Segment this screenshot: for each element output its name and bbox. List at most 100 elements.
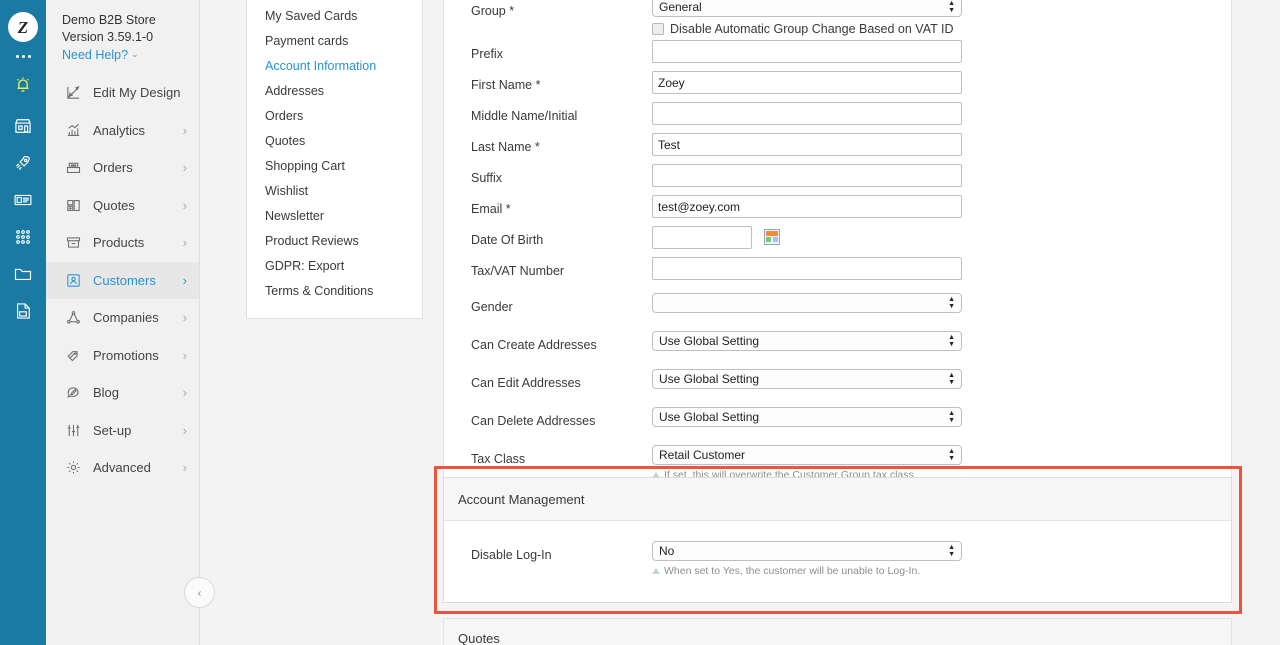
blog-comment-icon [62, 383, 84, 403]
setup-sliders-icon [62, 420, 84, 440]
subnav-item-my-saved-cards[interactable]: My Saved Cards [247, 4, 422, 29]
quotes-section-title: Quotes [443, 618, 1232, 645]
chevron-right-icon: › [182, 197, 187, 213]
subnav-item-gdpr-export[interactable]: GDPR: Export [247, 254, 422, 279]
rocket-icon[interactable] [0, 144, 46, 181]
chevron-right-icon: › [182, 385, 187, 401]
icon-rail: Z [0, 0, 46, 645]
sidebar-item-analytics[interactable]: Analytics › [46, 112, 199, 150]
email-label: Email * [471, 202, 511, 216]
sidebar-item-label: Set-up [93, 422, 132, 438]
companies-network-icon [62, 308, 84, 328]
chevron-right-icon: › [182, 122, 187, 138]
field-row-can-create-addresses: Can Create Addresses Use Global Setting … [444, 331, 1231, 362]
orders-register-icon [62, 158, 84, 178]
chevron-left-icon: ‹ [197, 585, 202, 600]
sidebar-item-label: Products [93, 235, 145, 251]
sidebar-item-label: Quotes [93, 197, 135, 213]
more-dots-icon[interactable] [15, 55, 31, 58]
sidebar-item-customers[interactable]: Customers › [46, 261, 199, 299]
zoey-logo[interactable]: Z [8, 12, 38, 42]
first-name-label: First Name * [471, 78, 541, 92]
subnav-item-quotes[interactable]: Quotes [247, 129, 422, 154]
tax-class-select[interactable]: Retail Customer [652, 445, 962, 465]
subnav-item-product-reviews[interactable]: Product Reviews [247, 229, 422, 254]
can-create-addresses-select[interactable]: Use Global Setting [652, 331, 962, 351]
need-help-link[interactable]: Need Help? ⌄ [62, 46, 139, 64]
can-edit-addresses-select[interactable]: Use Global Setting [652, 369, 962, 389]
field-row-group: Group * General ▲ ▼ Disable Automatic Gro… [444, 0, 1231, 40]
primary-nav: Demo B2B Store Version 3.59.1-0 Need Hel… [46, 0, 200, 645]
chevron-right-icon: › [182, 460, 187, 476]
admin-page: Z Demo B2B Store Version 3.59.1-0 Need H… [0, 0, 1280, 645]
suffix-label: Suffix [471, 171, 503, 185]
chevron-right-icon: › [182, 235, 187, 251]
card-icon[interactable] [0, 181, 46, 218]
sidebar-item-orders[interactable]: Orders › [46, 149, 199, 187]
sidebar-item-products[interactable]: Products › [46, 224, 199, 262]
sidebar-item-label: Advanced [93, 460, 151, 476]
subnav-item-addresses[interactable]: Addresses [247, 79, 422, 104]
can-edit-addresses-label: Can Edit Addresses [471, 376, 581, 390]
date-of-birth-input[interactable] [652, 226, 752, 249]
store-version: Version 3.59.1-0 [62, 30, 154, 44]
sidebar-item-advanced[interactable]: Advanced › [46, 449, 199, 487]
last-name-input[interactable] [652, 133, 962, 156]
subnav-item-wishlist[interactable]: Wishlist [247, 179, 422, 204]
account-information-panel: Group * General ▲ ▼ Disable Automatic Gro… [443, 0, 1232, 500]
subnav-item-terms-conditions[interactable]: Terms & Conditions [247, 279, 422, 304]
calendar-icon[interactable] [764, 228, 781, 245]
chevron-right-icon: › [182, 422, 187, 438]
sidebar-item-label: Orders [93, 160, 133, 176]
quotes-blocks-icon [62, 195, 84, 215]
subnav-item-payment-cards[interactable]: Payment cards [247, 29, 422, 54]
store-name: Demo B2B Store [62, 13, 156, 27]
last-name-label: Last Name * [471, 140, 540, 154]
field-row-first-name: First Name * [444, 71, 1231, 102]
field-row-suffix: Suffix [444, 164, 1231, 195]
tax-vat-label: Tax/VAT Number [471, 264, 565, 278]
middle-name-input[interactable] [652, 102, 962, 125]
suffix-input[interactable] [652, 164, 962, 187]
vat-checkbox-row: Disable Automatic Group Change Based on … [652, 17, 1205, 40]
tax-vat-input[interactable] [652, 257, 962, 280]
subnav-item-account-information[interactable]: Account Information [247, 54, 422, 79]
subnav-item-shopping-cart[interactable]: Shopping Cart [247, 154, 422, 179]
field-row-tax-vat: Tax/VAT Number [444, 257, 1231, 288]
grid-dots-icon[interactable] [0, 218, 46, 255]
email-input[interactable] [652, 195, 962, 218]
disable-auto-group-change-checkbox[interactable] [652, 23, 664, 35]
field-row-date-of-birth: Date Of Birth [444, 226, 1231, 257]
first-name-input[interactable] [652, 71, 962, 94]
document-icon[interactable] [0, 292, 46, 329]
prefix-input[interactable] [652, 40, 962, 63]
sidebar-item-label: Customers [93, 272, 156, 288]
analytics-chart-icon [62, 120, 84, 140]
collapse-sidebar-button[interactable]: ‹ [184, 577, 215, 608]
sidebar-item-companies[interactable]: Companies › [46, 299, 199, 337]
sidebar-item-promotions[interactable]: Promotions › [46, 337, 199, 375]
sidebar-item-quotes[interactable]: Quotes › [46, 187, 199, 225]
sidebar-item-label: Analytics [93, 122, 146, 138]
subnav-item-newsletter[interactable]: Newsletter [247, 204, 422, 229]
group-label: Group * [471, 4, 515, 18]
storefront-icon[interactable] [0, 107, 46, 144]
tax-class-label: Tax Class [471, 452, 526, 466]
sidebar-item-blog[interactable]: Blog › [46, 374, 199, 412]
field-row-can-delete-addresses: Can Delete Addresses Use Global Setting … [444, 407, 1231, 438]
gender-select[interactable] [652, 293, 962, 313]
group-select[interactable]: General [652, 0, 962, 17]
chevron-right-icon: › [182, 160, 187, 176]
highlight-annotation [434, 466, 1242, 614]
folder-icon[interactable] [0, 255, 46, 292]
field-row-prefix: Prefix [444, 40, 1231, 71]
bell-icon[interactable] [0, 66, 46, 103]
sidebar-item-set-up[interactable]: Set-up › [46, 412, 199, 450]
products-box-icon [62, 233, 84, 253]
can-delete-addresses-select[interactable]: Use Global Setting [652, 407, 962, 427]
subnav-item-orders[interactable]: Orders [247, 104, 422, 129]
nav-list: Edit My Design Analytics › Orders › Quot… [46, 74, 199, 487]
sidebar-item-edit-my-design[interactable]: Edit My Design [46, 74, 199, 112]
design-pen-icon [62, 83, 84, 103]
middle-name-label: Middle Name/Initial [471, 109, 578, 123]
